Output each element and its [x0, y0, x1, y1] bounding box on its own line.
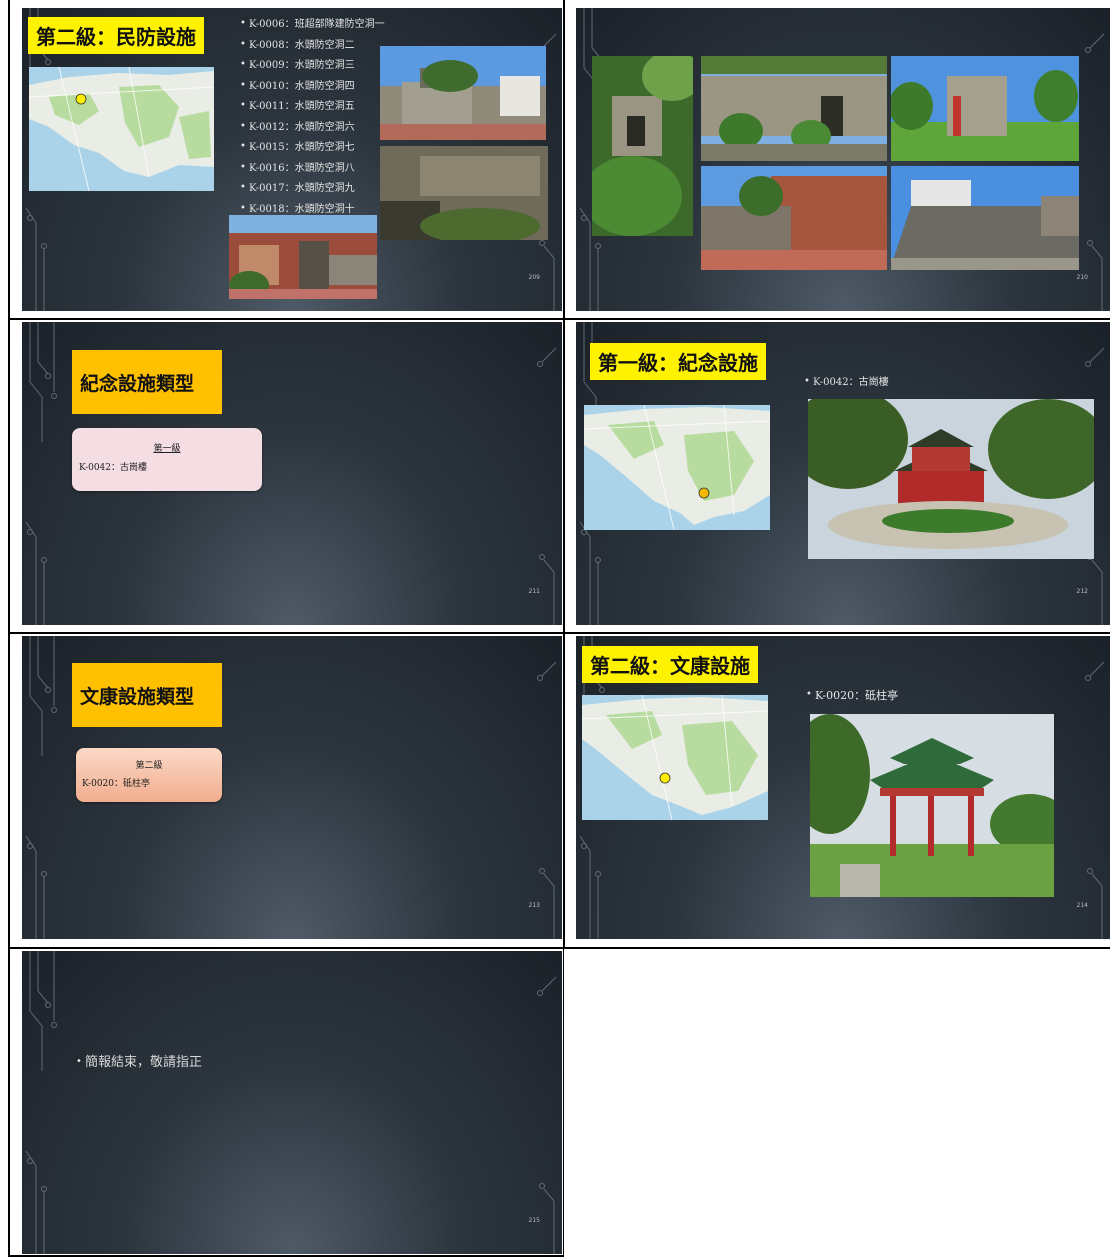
list-item: K-0017：水頭防空洞九	[240, 178, 385, 200]
map-graphic	[584, 405, 770, 530]
list-item: K-0016：水頭防空洞八	[240, 158, 385, 180]
slide-number: 213	[528, 902, 540, 909]
pagoda-photo	[808, 399, 1094, 559]
map-graphic	[29, 67, 214, 191]
list-item: 簡報結束，敬請指正	[76, 1053, 202, 1072]
slide-title: 第一級：紀念設施	[590, 343, 766, 380]
card-item: K-0020：砥柱亭	[82, 779, 151, 789]
list-item: K-0012：水頭防空洞六	[240, 117, 385, 139]
list-item: K-0015：水頭防空洞七	[240, 137, 385, 159]
gallery-photo-4	[701, 166, 887, 270]
type-title: 紀念設施類型	[72, 350, 222, 414]
slide-number: 215	[528, 1217, 540, 1224]
map-marker-icon	[659, 772, 671, 784]
slide-214: 第二級：文康設施 K-0020：砥柱亭 214	[576, 636, 1110, 939]
list-item: K-0042：古崗樓	[804, 375, 889, 390]
facility-list: K-0042：古崗樓	[804, 375, 889, 390]
slide-210: 210	[576, 8, 1110, 311]
grid-row-2	[8, 632, 1110, 634]
gallery-photo-3	[891, 56, 1079, 161]
grid-border-mid	[563, 0, 565, 948]
slide-number: 209	[528, 274, 540, 281]
circuit-decoration	[25, 951, 557, 1254]
list-item: K-0006：班超部隊建防空洞一	[240, 14, 385, 36]
grid-row-1	[8, 318, 1110, 320]
location-map	[584, 405, 770, 530]
card-level: 第二級	[135, 761, 163, 771]
card-item: K-0042：古崗樓	[79, 463, 148, 473]
slide-212: 第一級：紀念設施 K-0042：古崗樓 212	[576, 322, 1110, 625]
shelter-photo-2	[380, 146, 548, 240]
slide-number: 211	[528, 588, 540, 595]
location-map	[582, 695, 768, 820]
slide-title: 第二級：民防設施	[28, 17, 204, 54]
list-item: K-0009：水頭防空洞三	[240, 55, 385, 77]
slide-213: 文康設施類型 第二級 K-0020：砥柱亭 213	[22, 636, 562, 939]
shelter-photo-3	[229, 215, 377, 299]
location-map	[29, 67, 214, 191]
type-title: 文康設施類型	[72, 663, 222, 727]
facility-list: K-0006：班超部隊建防空洞一 K-0008：水頭防空洞二 K-0009：水頭…	[240, 14, 385, 220]
pavilion-photo	[810, 714, 1054, 897]
slide-title: 第二級：文康設施	[582, 646, 758, 683]
slide-number: 210	[1076, 274, 1088, 281]
grid-row-3	[8, 947, 1110, 949]
map-marker-icon	[75, 93, 87, 105]
level-card: 第一級 K-0042：古崗樓	[72, 428, 262, 491]
card-level: 第一級	[153, 444, 181, 454]
grid-border-mid-lower	[563, 948, 564, 1257]
list-item: K-0011：水頭防空洞五	[240, 96, 385, 118]
slide-211: 紀念設施類型 第一級 K-0042：古崗樓 211	[22, 322, 562, 625]
map-marker-icon	[698, 487, 710, 499]
shelter-photo-1	[380, 46, 546, 140]
map-graphic	[582, 695, 768, 820]
slide-209: 第二級：民防設施 K-0006：班超部隊建防空洞一 K-0008：水頭防空洞二 …	[22, 8, 562, 311]
level-card: 第二級 K-0020：砥柱亭	[76, 748, 222, 802]
gallery-photo-1	[592, 56, 693, 236]
list-item: K-0020：砥柱亭	[806, 688, 898, 703]
gallery-photo-5	[891, 166, 1079, 270]
grid-border-left	[8, 0, 10, 1257]
slide-215: 簡報結束，敬請指正 215	[22, 951, 562, 1254]
closing-list: 簡報結束，敬請指正	[76, 1053, 202, 1072]
list-item: K-0008：水頭防空洞二	[240, 35, 385, 57]
slide-number: 212	[1076, 588, 1088, 595]
facility-list: K-0020：砥柱亭	[806, 688, 898, 703]
gallery-photo-2	[701, 56, 887, 161]
list-item: K-0010：水頭防空洞四	[240, 76, 385, 98]
slide-number: 214	[1076, 902, 1088, 909]
